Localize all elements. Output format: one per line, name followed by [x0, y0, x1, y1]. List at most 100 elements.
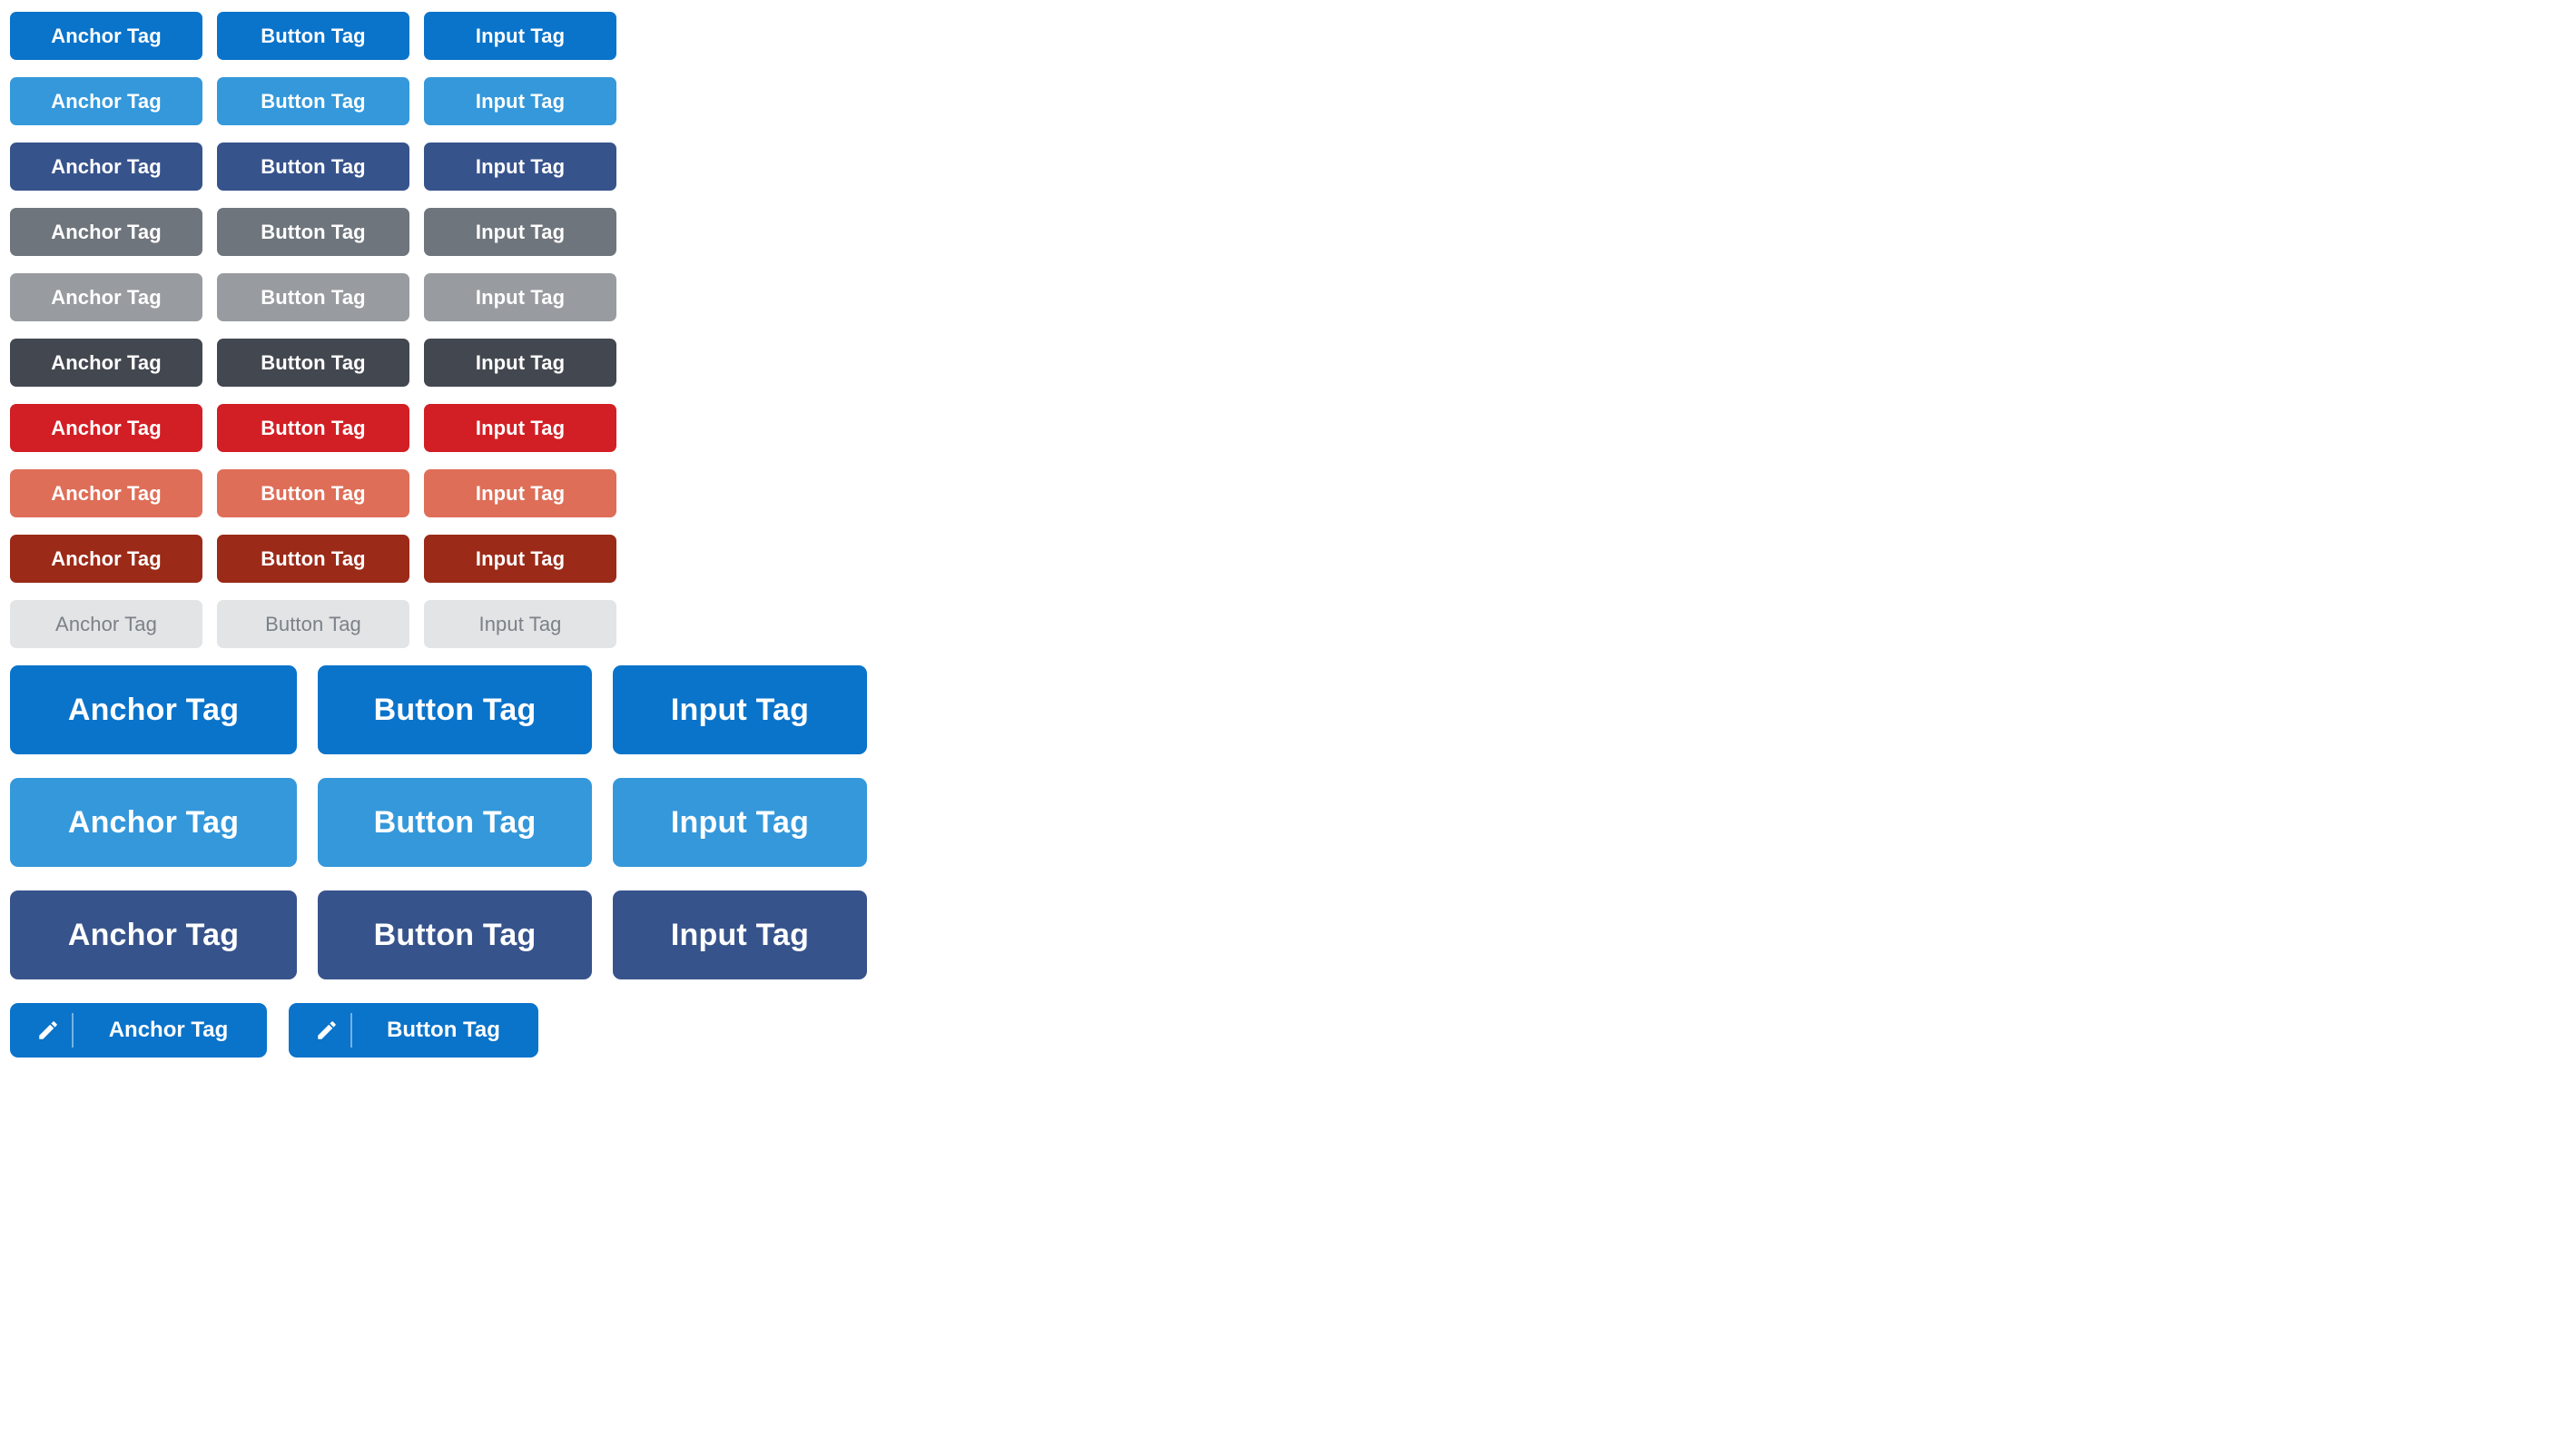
input-tag-button-danger-dark[interactable]: Input Tag: [424, 535, 616, 583]
button-label: Anchor Tag: [51, 416, 162, 439]
anchor-tag-button-danger-dark[interactable]: Anchor Tag: [10, 535, 202, 583]
button-label: Button Tag: [261, 285, 366, 309]
button-tag-button-primary[interactable]: Button Tag: [217, 12, 409, 60]
button-row-large-primary-dark: Anchor Tag Button Tag Input Tag: [10, 890, 2571, 979]
button-label: Button Tag: [261, 350, 366, 374]
button-label: Input Tag: [475, 220, 566, 243]
button-tag-button-icon-primary[interactable]: Button Tag: [289, 1003, 538, 1058]
button-label: Input Tag: [475, 350, 566, 374]
button-row-icon-primary: Anchor Tag Button Tag: [10, 1003, 2571, 1058]
button-tag-button-primary-light[interactable]: Button Tag: [217, 77, 409, 125]
button-label: Button Tag: [373, 805, 537, 840]
button-label: Button Tag: [261, 154, 366, 178]
button-label: Input Tag: [475, 154, 566, 178]
button-row-danger: Anchor Tag Button Tag Input Tag: [10, 404, 2571, 452]
button-label: Button Tag: [387, 1018, 500, 1042]
button-tag-button-primary-dark[interactable]: Button Tag: [217, 143, 409, 191]
button-row-danger-light: Anchor Tag Button Tag Input Tag: [10, 469, 2571, 517]
button-label: Input Tag: [475, 546, 566, 570]
button-label: Input Tag: [670, 693, 810, 727]
button-tag-button-disabled: Button Tag: [217, 600, 409, 648]
button-tag-button-danger-dark[interactable]: Button Tag: [217, 535, 409, 583]
button-label: Input Tag: [670, 805, 810, 840]
anchor-tag-button-secondary-light[interactable]: Anchor Tag: [10, 273, 202, 321]
button-tag-button-large-primary-light[interactable]: Button Tag: [318, 778, 592, 867]
button-label: Button Tag: [261, 220, 366, 243]
anchor-tag-button-large-primary-dark[interactable]: Anchor Tag: [10, 890, 297, 979]
button-label: Button Tag: [265, 612, 361, 635]
button-label: Anchor Tag: [51, 154, 162, 178]
button-label: Input Tag: [478, 612, 562, 635]
input-tag-button-danger-light[interactable]: Input Tag: [424, 469, 616, 517]
button-label: Anchor Tag: [51, 350, 162, 374]
button-tag-button-large-primary[interactable]: Button Tag: [318, 665, 592, 754]
button-row-large-primary: Anchor Tag Button Tag Input Tag: [10, 665, 2571, 754]
button-tag-button-danger[interactable]: Button Tag: [217, 404, 409, 452]
anchor-tag-button-primary-light[interactable]: Anchor Tag: [10, 77, 202, 125]
input-tag-button-large-primary-dark[interactable]: Input Tag: [613, 890, 867, 979]
button-row-secondary-dark: Anchor Tag Button Tag Input Tag: [10, 339, 2571, 387]
button-label: Anchor Tag: [51, 24, 162, 47]
button-label: Input Tag: [475, 24, 566, 47]
button-label: Button Tag: [373, 693, 537, 727]
button-row-large-primary-light: Anchor Tag Button Tag Input Tag: [10, 778, 2571, 867]
button-label: Input Tag: [475, 285, 566, 309]
input-tag-button-primary-light[interactable]: Input Tag: [424, 77, 616, 125]
input-tag-button-danger[interactable]: Input Tag: [424, 404, 616, 452]
anchor-tag-button-secondary[interactable]: Anchor Tag: [10, 208, 202, 256]
button-gallery: Anchor Tag Button Tag Input Tag Anchor Tag B…: [0, 0, 2571, 1456]
button-row-primary-dark: Anchor Tag Button Tag Input Tag: [10, 143, 2571, 191]
button-label: Anchor Tag: [51, 285, 162, 309]
anchor-tag-button-large-primary-light[interactable]: Anchor Tag: [10, 778, 297, 867]
button-label: Button Tag: [261, 416, 366, 439]
button-label: Anchor Tag: [55, 612, 157, 635]
button-label: Anchor Tag: [51, 220, 162, 243]
anchor-tag-button-danger-light[interactable]: Anchor Tag: [10, 469, 202, 517]
button-row-secondary: Anchor Tag Button Tag Input Tag: [10, 208, 2571, 256]
button-label: Input Tag: [670, 918, 810, 952]
button-divider: [350, 1013, 352, 1048]
button-tag-button-secondary[interactable]: Button Tag: [217, 208, 409, 256]
button-label: Anchor Tag: [51, 89, 162, 113]
input-tag-button-secondary-light[interactable]: Input Tag: [424, 273, 616, 321]
anchor-tag-button-danger[interactable]: Anchor Tag: [10, 404, 202, 452]
anchor-tag-button-disabled: Anchor Tag: [10, 600, 202, 648]
button-label: Anchor Tag: [67, 918, 240, 952]
anchor-tag-button-primary[interactable]: Anchor Tag: [10, 12, 202, 60]
button-label: Button Tag: [261, 546, 366, 570]
button-divider: [72, 1013, 74, 1048]
button-label: Anchor Tag: [67, 693, 240, 727]
anchor-tag-button-icon-primary[interactable]: Anchor Tag: [10, 1003, 267, 1058]
button-tag-button-secondary-dark[interactable]: Button Tag: [217, 339, 409, 387]
button-label: Input Tag: [475, 481, 566, 505]
pencil-edit-icon: [309, 1018, 345, 1042]
input-tag-button-secondary[interactable]: Input Tag: [424, 208, 616, 256]
anchor-tag-button-secondary-dark[interactable]: Anchor Tag: [10, 339, 202, 387]
input-tag-button-secondary-dark[interactable]: Input Tag: [424, 339, 616, 387]
anchor-tag-button-large-primary[interactable]: Anchor Tag: [10, 665, 297, 754]
button-tag-button-large-primary-dark[interactable]: Button Tag: [318, 890, 592, 979]
button-label: Button Tag: [261, 481, 366, 505]
anchor-tag-button-primary-dark[interactable]: Anchor Tag: [10, 143, 202, 191]
button-tag-button-danger-light[interactable]: Button Tag: [217, 469, 409, 517]
button-label: Anchor Tag: [108, 1018, 229, 1042]
button-label: Input Tag: [475, 416, 566, 439]
button-label: Button Tag: [261, 89, 366, 113]
button-row-secondary-light: Anchor Tag Button Tag Input Tag: [10, 273, 2571, 321]
button-tag-button-secondary-light[interactable]: Button Tag: [217, 273, 409, 321]
button-label: Button Tag: [373, 918, 537, 952]
input-tag-button-large-primary-light[interactable]: Input Tag: [613, 778, 867, 867]
pencil-edit-icon: [30, 1018, 66, 1042]
button-label: Anchor Tag: [51, 546, 162, 570]
button-row-disabled: Anchor Tag Button Tag Input Tag: [10, 600, 2571, 648]
button-label: Input Tag: [475, 89, 566, 113]
input-tag-button-primary-dark[interactable]: Input Tag: [424, 143, 616, 191]
button-label: Anchor Tag: [67, 805, 240, 840]
button-label: Button Tag: [261, 24, 366, 47]
button-row-primary: Anchor Tag Button Tag Input Tag: [10, 12, 2571, 60]
input-tag-button-disabled: Input Tag: [424, 600, 616, 648]
input-tag-button-primary[interactable]: Input Tag: [424, 12, 616, 60]
input-tag-button-large-primary[interactable]: Input Tag: [613, 665, 867, 754]
button-label: Anchor Tag: [51, 481, 162, 505]
button-row-danger-dark: Anchor Tag Button Tag Input Tag: [10, 535, 2571, 583]
